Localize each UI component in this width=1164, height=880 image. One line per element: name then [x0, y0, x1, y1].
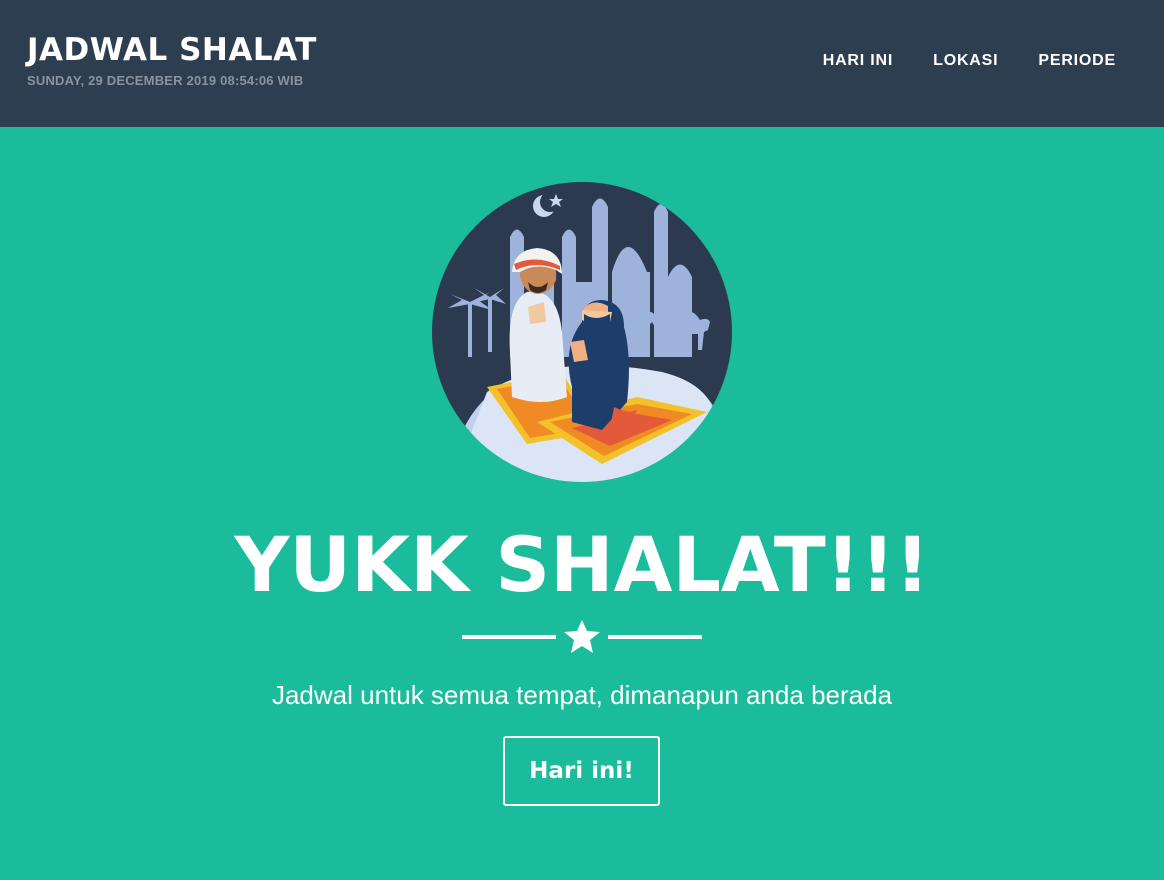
hari-ini-button[interactable]: Hari ini!	[503, 736, 660, 806]
hero-subtitle: Jadwal untuk semua tempat, dimanapun and…	[271, 680, 893, 710]
star-icon	[564, 620, 600, 653]
star-divider	[462, 620, 702, 654]
divider-line-left	[462, 635, 556, 639]
main-nav: HARI INI LOKASI PERIODE	[783, 50, 1116, 72]
brand-title: JADWAL SHALAT	[27, 32, 317, 68]
brand-link[interactable]: JADWAL SHALAT SUNDAY, 29 DECEMBER 2019 0…	[27, 32, 317, 89]
divider-line-right	[608, 635, 702, 639]
nav-link-periode[interactable]: PERIODE	[1038, 50, 1116, 72]
hero-heading: YUKK SHALAT!!!	[234, 520, 930, 609]
praying-illustration	[432, 182, 732, 482]
hero-section: YUKK SHALAT!!! Jadwal untuk semua tempat…	[0, 127, 1164, 880]
nav-link-hari-ini[interactable]: HARI INI	[823, 50, 893, 72]
current-datetime: SUNDAY, 29 DECEMBER 2019 08:54:06 WIB	[27, 73, 304, 88]
nav-link-lokasi[interactable]: LOKASI	[933, 50, 998, 72]
navbar: JADWAL SHALAT SUNDAY, 29 DECEMBER 2019 0…	[0, 0, 1164, 127]
